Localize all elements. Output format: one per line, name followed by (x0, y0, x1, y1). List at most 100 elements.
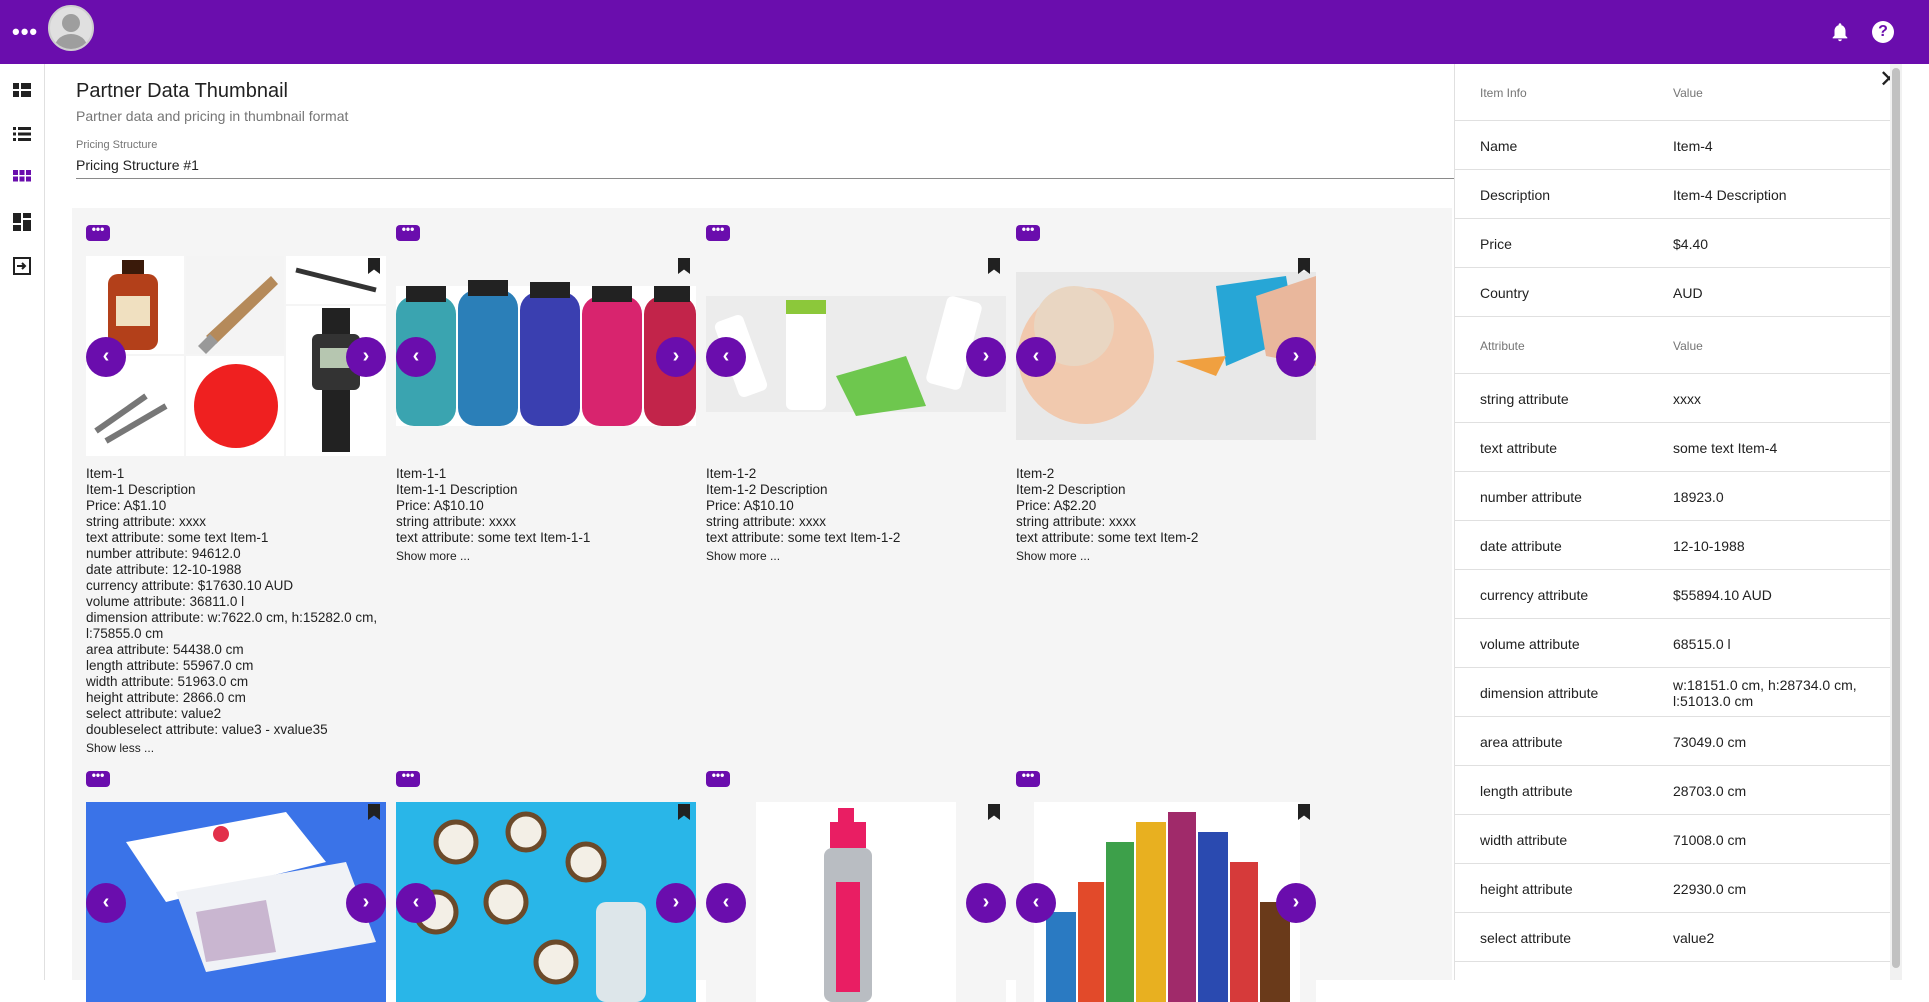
item-attribute: string attribute: xxxx (1016, 514, 1137, 529)
attribute-key: number attribute (1480, 489, 1582, 505)
info-row: Price $4.40 (1455, 219, 1891, 268)
exit-icon[interactable] (12, 256, 32, 276)
item-image (396, 256, 696, 456)
window-edge (1902, 64, 1929, 980)
item-image (86, 802, 386, 1002)
info-key: Description (1480, 187, 1551, 203)
item-details: Item-1-1 Item-1-1 Description Price: A$1… (396, 466, 696, 564)
item-name: Item-2 (1016, 466, 1055, 481)
attribute-value: $55894.10 AUD (1673, 587, 1772, 603)
item-image (396, 802, 696, 1002)
page-title: Partner Data Thumbnail (76, 80, 288, 102)
side-nav-rail (0, 64, 45, 980)
next-image-button[interactable]: › (656, 337, 696, 377)
info-key: Price (1480, 236, 1512, 252)
item-attribute: text attribute: some text Item-2 (1016, 530, 1199, 545)
previous-image-button[interactable]: ‹ (706, 337, 746, 377)
column-header: Value (1673, 339, 1703, 353)
panel-scrollbar[interactable] (1890, 64, 1902, 980)
next-image-button[interactable]: › (1276, 883, 1316, 923)
card-menu-button[interactable]: ••• (396, 223, 420, 241)
next-image-button[interactable]: › (1276, 337, 1316, 377)
bell-icon[interactable] (1829, 20, 1851, 44)
card-menu-button[interactable]: ••• (706, 223, 730, 241)
scrollbar-thumb[interactable] (1892, 68, 1900, 968)
dashboard-icon[interactable] (12, 80, 32, 100)
attribute-value: some text Item-4 (1673, 440, 1778, 456)
attribute-key: dimension attribute (1480, 685, 1599, 701)
next-image-button[interactable]: › (656, 883, 696, 923)
item-attribute: currency attribute: $17630.10 AUD (86, 578, 294, 593)
list-icon[interactable] (12, 124, 32, 144)
item-description: Item-2 Description (1016, 482, 1126, 497)
more-horiz-icon[interactable]: ••• (12, 21, 38, 43)
item-image (706, 802, 1006, 1002)
column-header: Item Info (1480, 86, 1527, 100)
item-details-panel: ✕ Item Info Value Name Item-4 Descriptio… (1454, 64, 1899, 980)
previous-image-button[interactable]: ‹ (1016, 883, 1056, 923)
card-menu-button[interactable]: ••• (706, 769, 730, 787)
show-more-link[interactable]: Show more ... (396, 548, 696, 564)
help-icon[interactable]: ? (1872, 21, 1894, 43)
attribute-value: 22930.0 cm (1673, 881, 1747, 897)
attribute-row: dimension attribute w:18151.0 cm, h:2873… (1455, 668, 1891, 717)
next-image-button[interactable]: › (346, 883, 386, 923)
card-menu-button[interactable]: ••• (396, 769, 420, 787)
card-menu-button[interactable]: ••• (1016, 223, 1040, 241)
attribute-key: width attribute (1480, 832, 1568, 848)
item-image (706, 256, 1006, 456)
card-menu-button[interactable]: ••• (86, 769, 110, 787)
previous-image-button[interactable]: ‹ (396, 337, 436, 377)
attribute-row: width attribute 71008.0 cm (1455, 815, 1891, 864)
next-image-button[interactable]: › (966, 883, 1006, 923)
item-attribute: volume attribute: 36811.0 l (86, 594, 245, 609)
next-image-button[interactable]: › (346, 337, 386, 377)
grid-icon[interactable] (12, 168, 32, 188)
attribute-key: text attribute (1480, 440, 1558, 456)
attribute-row: date attribute 12-10-1988 (1455, 521, 1891, 570)
previous-image-button[interactable]: ‹ (706, 883, 746, 923)
show-more-link[interactable]: Show more ... (1016, 548, 1316, 564)
item-attribute: number attribute: 94612.0 (86, 546, 241, 561)
info-key: Country (1480, 285, 1530, 301)
attribute-value: 73049.0 cm (1673, 734, 1747, 750)
card-menu-button[interactable]: ••• (86, 223, 110, 241)
item-attribute: width attribute: 51963.0 cm (86, 674, 249, 689)
thumbnail-grid: ••• ‹ › Item-1 Item-1 Description Price:… (72, 208, 1452, 1002)
item-price: Price: A$1.10 (86, 498, 167, 513)
previous-image-button[interactable]: ‹ (86, 883, 126, 923)
attribute-key: string attribute (1480, 391, 1569, 407)
attribute-value: value2 (1673, 930, 1715, 946)
item-name: Item-1-2 (706, 466, 757, 481)
info-value: AUD (1673, 285, 1703, 301)
pricing-structure-underline (76, 178, 1454, 179)
card-menu-button[interactable]: ••• (1016, 769, 1040, 787)
item-attribute: string attribute: xxxx (706, 514, 827, 529)
attribute-key: date attribute (1480, 538, 1562, 554)
pricing-structure-select[interactable]: Pricing Structure #1 (76, 157, 199, 173)
item-attribute: doubleselect attribute: value3 - xvalue3… (86, 722, 328, 737)
item-attribute: text attribute: some text Item-1-1 (396, 530, 591, 545)
item-attribute: text attribute: some text Item-1-2 (706, 530, 901, 545)
attribute-row: length attribute 28703.0 cm (1455, 766, 1891, 815)
item-attribute: string attribute: xxxx (86, 514, 207, 529)
previous-image-button[interactable]: ‹ (86, 337, 126, 377)
info-row: Name Item-4 (1455, 121, 1891, 170)
info-value: Item-4 Description (1673, 187, 1787, 203)
previous-image-button[interactable]: ‹ (396, 883, 436, 923)
avatar[interactable] (48, 5, 94, 51)
info-value: $4.40 (1673, 236, 1709, 252)
item-attribute: select attribute: value2 (86, 706, 222, 721)
widgets-icon[interactable] (12, 212, 32, 232)
show-less-link[interactable]: Show less ... (86, 740, 386, 756)
next-image-button[interactable]: › (966, 337, 1006, 377)
attribute-row: select attribute value2 (1455, 913, 1891, 962)
item-description: Item-1-2 Description (706, 482, 828, 497)
info-row: Description Item-4 Description (1455, 170, 1891, 219)
attribute-key: area attribute (1480, 734, 1563, 750)
previous-image-button[interactable]: ‹ (1016, 337, 1056, 377)
attribute-value: xxxx (1673, 391, 1701, 407)
attribute-row: text attribute some text Item-4 (1455, 423, 1891, 472)
show-more-link[interactable]: Show more ... (706, 548, 1006, 564)
attribute-value: 12-10-1988 (1673, 538, 1745, 554)
